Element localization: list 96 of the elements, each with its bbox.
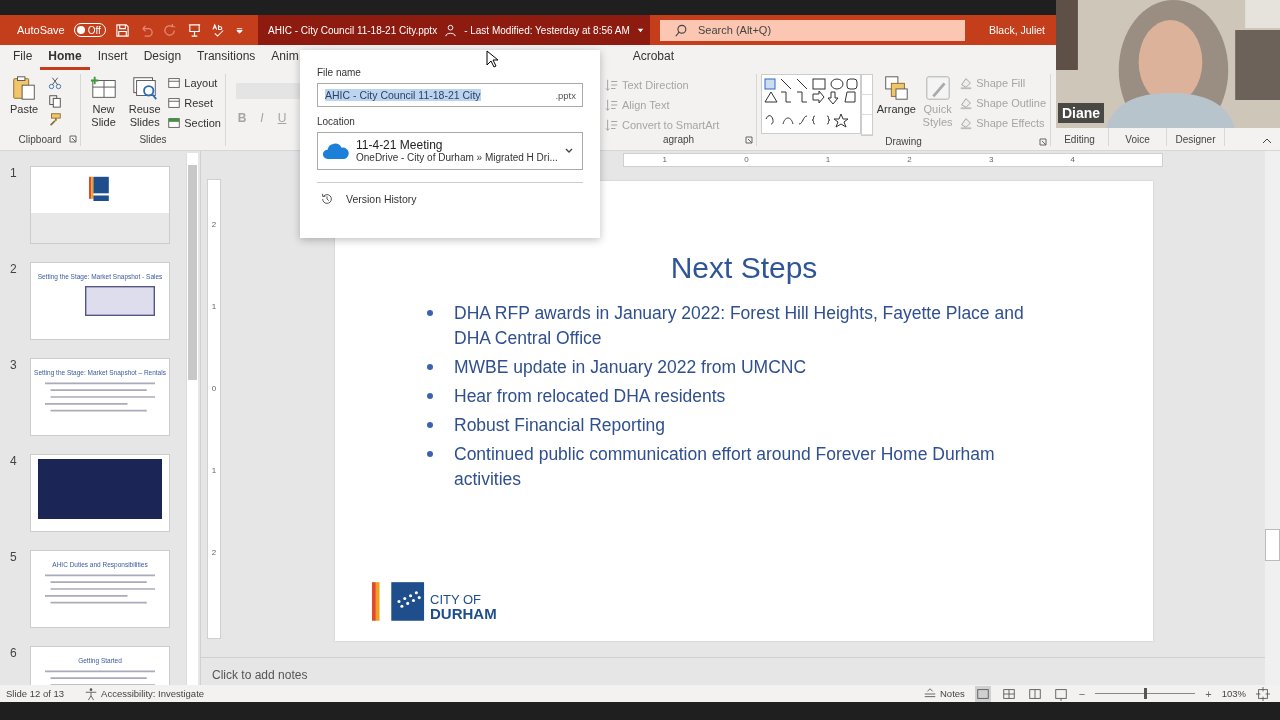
shapes-gallery-drawing[interactable]	[761, 74, 861, 134]
layout-icon	[167, 115, 182, 130]
paint-bucket-icon	[959, 75, 974, 90]
layout-icon	[167, 95, 182, 110]
search-icon	[674, 23, 688, 38]
slide-thumbnail[interactable]	[30, 166, 170, 244]
reuse-slides-icon	[130, 74, 159, 102]
bullet-text: Continued public communication effort around Forever Home Durham activities	[454, 443, 996, 491]
accessibility-button[interactable]: Accessibility: Investigate	[84, 686, 205, 701]
ribbon-tab[interactable]: Insert	[89, 45, 136, 70]
zoom-out-button[interactable]: −	[1078, 687, 1086, 700]
ribbon-tab[interactable]: Transitions	[189, 45, 264, 70]
save-icon[interactable]	[114, 22, 130, 38]
ribbon-button[interactable]: Reset	[167, 94, 221, 111]
bullet-text: Robust Financial Reporting	[454, 414, 666, 437]
version-history-button[interactable]: Version History	[317, 192, 583, 206]
last-modified[interactable]: - Last Modified: Yesterday at 8:56 AM	[464, 24, 630, 36]
format-painter-icon[interactable]	[48, 112, 62, 126]
bullet-text: DHA RFP awards in January 2022: Forest Hill Heights, Fayette Place and DHA Central Office	[454, 302, 1025, 350]
zoom-in-button[interactable]: +	[1205, 687, 1212, 700]
field-label: File name	[317, 67, 362, 78]
view-icon[interactable]	[974, 685, 991, 702]
group-label: Clipboard	[18, 133, 62, 145]
slide-number: 6	[10, 646, 18, 660]
search-field[interactable]: Search (Alt+Q)	[660, 19, 965, 41]
ribbon-tab[interactable]: Acrobat	[624, 45, 682, 70]
group-label: agraph	[662, 134, 695, 145]
quick-styles-icon	[923, 74, 952, 102]
group-label: Editing	[1064, 133, 1095, 145]
text-direction-icon	[605, 117, 619, 132]
bullet-icon	[427, 310, 433, 316]
location-dropdown[interactable]: 11-4-21 Meeting OneDrive - City of Durham » Migrated H Dri...	[317, 132, 583, 170]
person-icon	[84, 686, 99, 701]
dialog-launcher-icon[interactable]	[1039, 137, 1047, 146]
logo-drawing	[372, 580, 426, 621]
slide-title: Next Steps	[669, 251, 819, 285]
history-icon	[320, 192, 334, 206]
bullet-text: MWBE update in January 2022 from UMCNC	[454, 356, 807, 379]
group-label: Designer	[1175, 133, 1216, 145]
scissors-icon[interactable]	[48, 76, 62, 90]
group-label: Slides	[139, 133, 167, 145]
horizontal-ruler: 1 0 1 2 3 4	[623, 153, 1163, 167]
arrange-icon	[882, 74, 911, 102]
participant-name: Diane	[1058, 103, 1105, 123]
slide-thumbnail[interactable]	[30, 454, 170, 532]
bullet-text: Hear from relocated DHA residents	[454, 385, 726, 408]
slide-number: 1	[10, 166, 18, 180]
paint-bucket-icon	[959, 115, 974, 130]
scroll-bar[interactable]	[186, 153, 198, 685]
field-label: Location	[317, 116, 356, 127]
autosave-label: AutoSave	[17, 24, 65, 36]
collapse-ribbon-icon[interactable]	[1262, 136, 1272, 146]
slide-number: 5	[10, 550, 18, 564]
bullet-icon	[427, 451, 433, 457]
bullet-icon	[427, 422, 433, 428]
vertical-ruler: 2 1 0 1 2	[207, 179, 221, 639]
paint-bucket-icon	[959, 95, 974, 110]
paste-button[interactable]: Paste	[4, 74, 44, 115]
document-title[interactable]: AHIC - City Council 11-18-21 City.pptx	[268, 24, 438, 36]
group-label: Drawing	[885, 136, 922, 147]
presentation-icon[interactable]	[186, 22, 202, 38]
slide-position: Slide 12 of 13	[6, 688, 65, 699]
copy-icon[interactable]	[48, 94, 62, 108]
caret-icon[interactable]	[234, 25, 244, 35]
dialog-launcher-icon[interactable]	[69, 135, 77, 143]
new-slide-button[interactable]: New Slide	[85, 74, 123, 130]
slide-number: 2	[10, 262, 18, 276]
bullet-icon	[427, 393, 433, 399]
text-direction-icon	[605, 97, 619, 112]
fit-to-window-icon[interactable]	[1256, 686, 1270, 701]
ribbon-button[interactable]: Layout	[167, 74, 221, 91]
ribbon-tab[interactable]: Anim	[263, 45, 307, 70]
file-name-field[interactable]: AHIC - City Council 11-18-21 City .pptx	[317, 83, 583, 107]
text-direction-icon	[605, 77, 619, 92]
dialog-launcher-icon[interactable]	[745, 135, 753, 144]
clipboard-icon	[10, 74, 38, 102]
zoom-level[interactable]: 103%	[1221, 688, 1246, 699]
layout-icon	[167, 75, 182, 90]
bullet-icon	[427, 364, 433, 370]
ribbon-tab[interactable]: File	[5, 45, 41, 70]
table-drawing	[85, 286, 155, 316]
notes-button[interactable]: Notes	[923, 686, 965, 701]
scroll-bar[interactable]	[1265, 151, 1280, 685]
user-name[interactable]: Black, Juliet	[989, 24, 1046, 36]
reuse-slides-button[interactable]: Reuse Slides	[126, 74, 164, 130]
cloud-icon	[322, 141, 350, 161]
logo-text: CITY OF	[430, 593, 483, 606]
spelling-icon[interactable]	[210, 22, 226, 38]
ribbon-tab[interactable]: Design	[135, 45, 190, 70]
ribbon-button[interactable]: Section	[167, 114, 221, 131]
coauthor-icon[interactable]	[443, 22, 459, 38]
logo-text: DURHAM	[430, 606, 497, 621]
arrange-button[interactable]: Arrange	[876, 74, 916, 117]
group-label: Voice	[1125, 133, 1150, 145]
slide-number: 3	[10, 358, 18, 372]
slide-number: 4	[10, 454, 18, 468]
